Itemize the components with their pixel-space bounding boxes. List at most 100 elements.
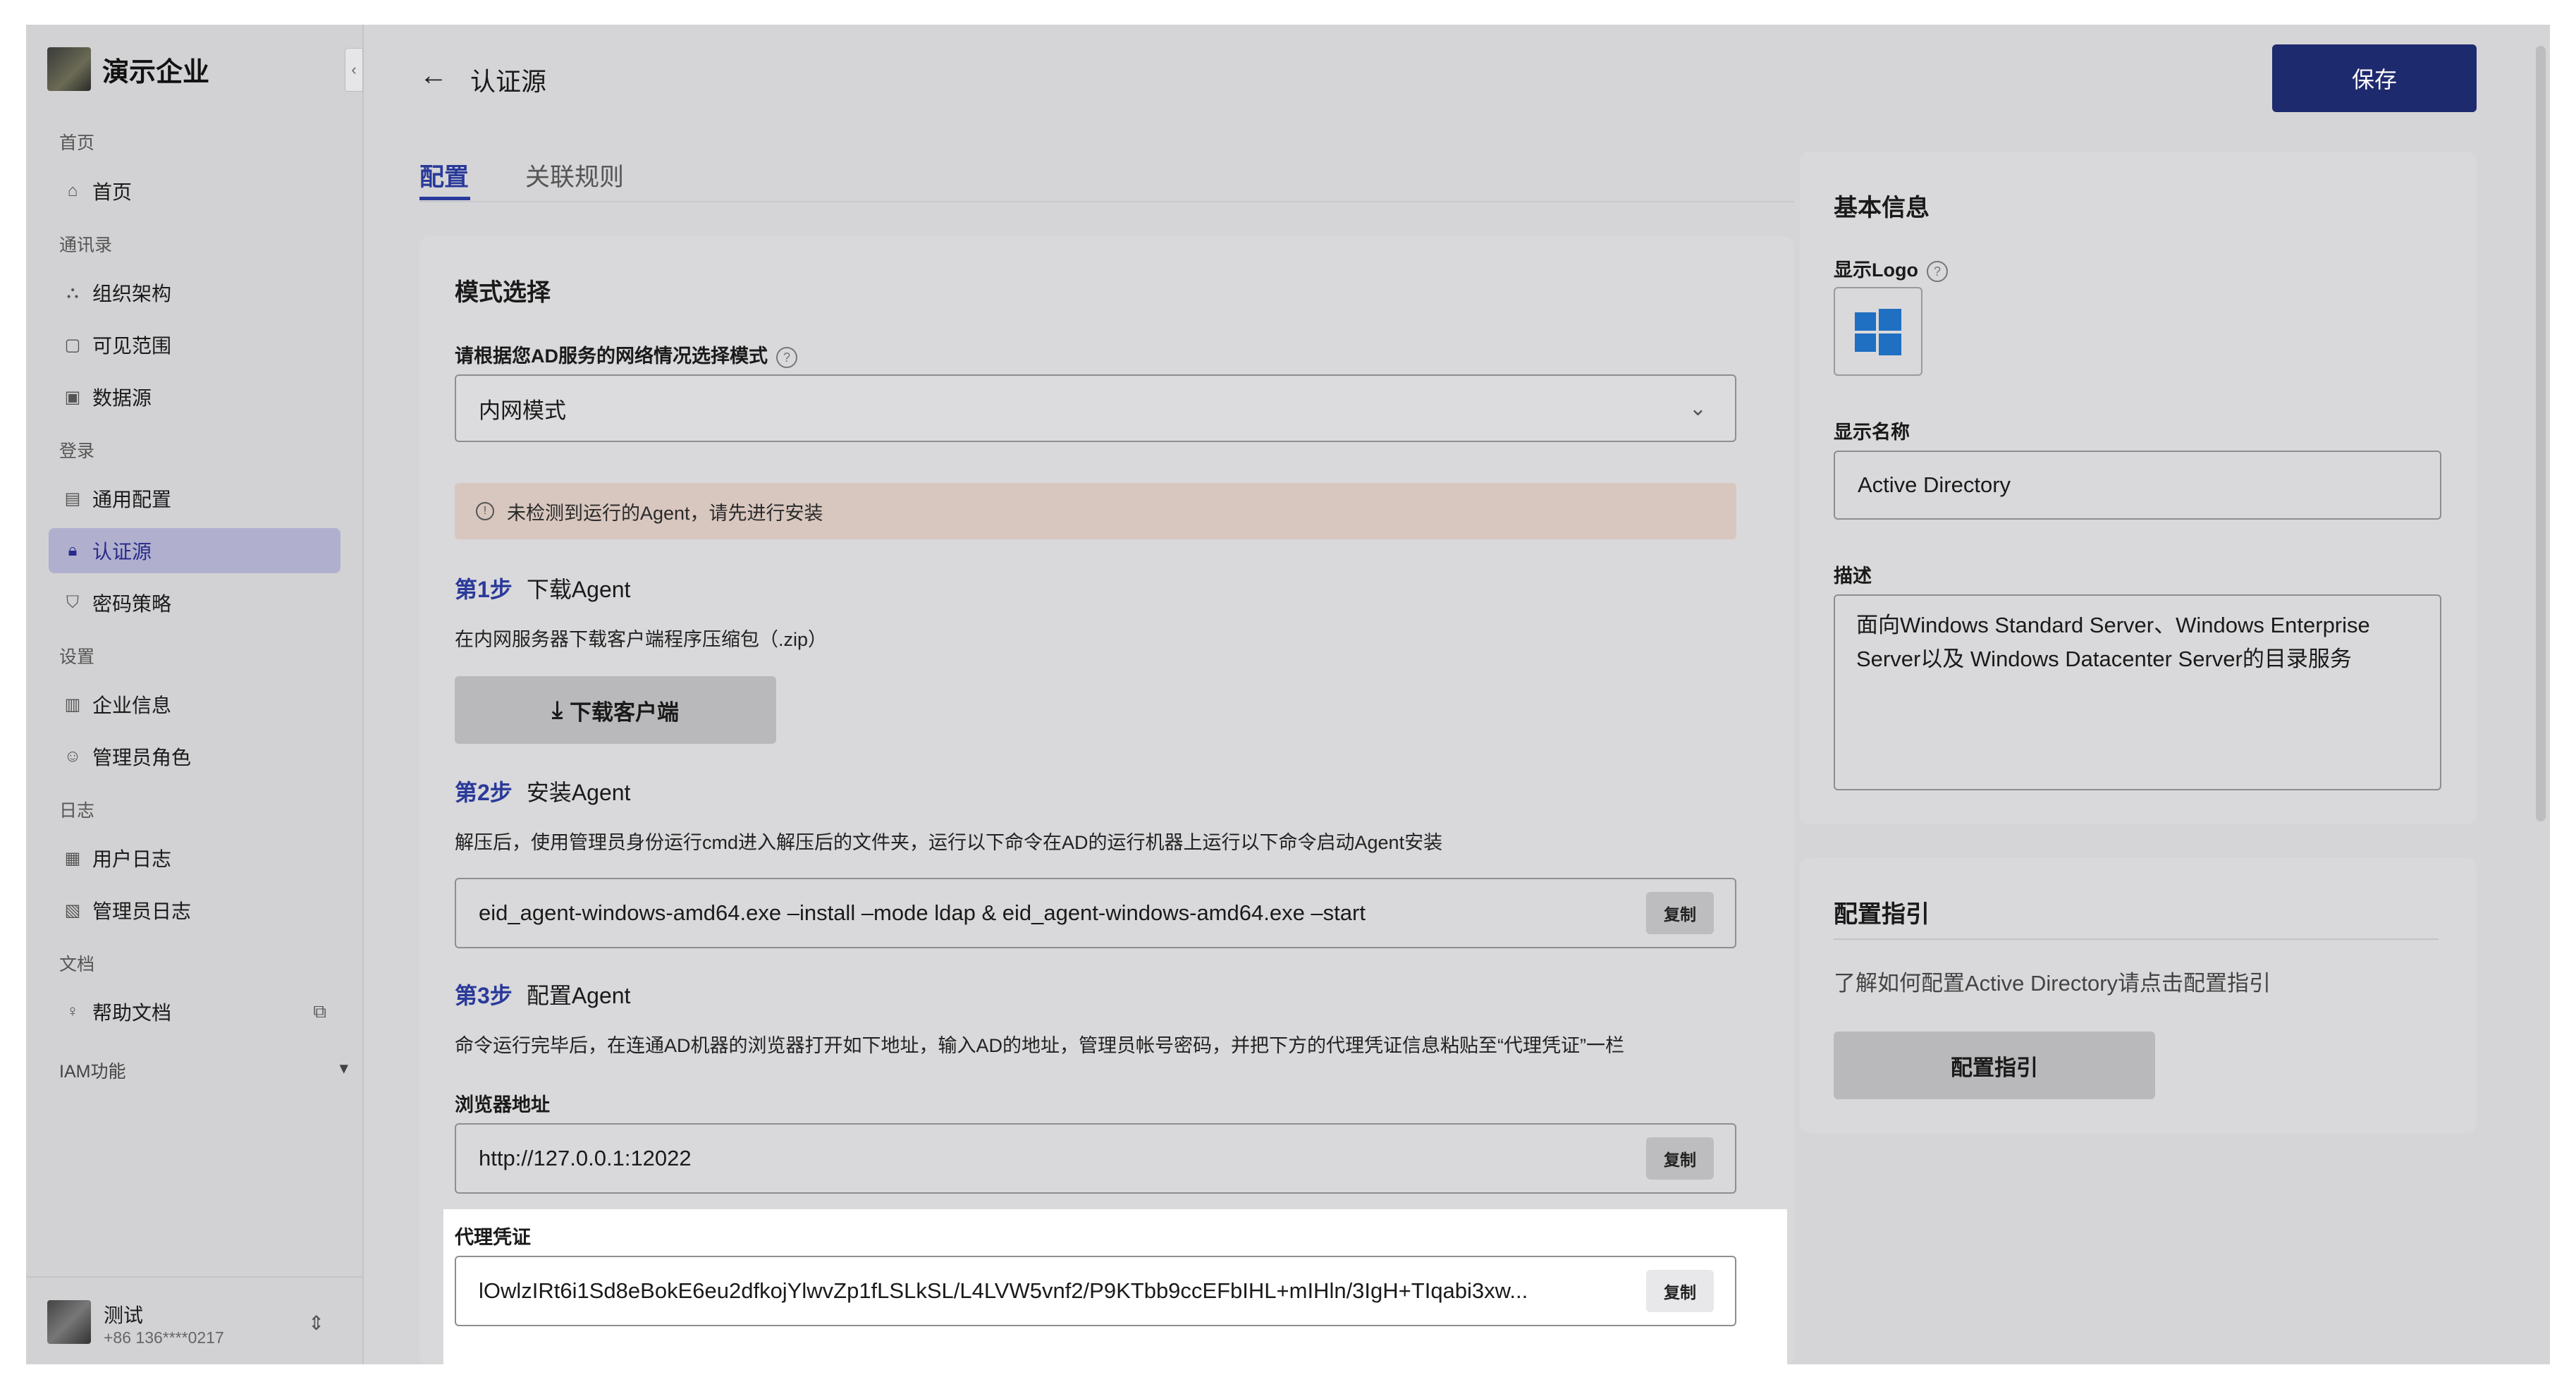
guide-title: 配置指引: [1834, 901, 1930, 928]
mode-label: 请根据您AD服务的网络情况选择模式?: [455, 341, 797, 368]
chevron-up-down-icon: ⇕: [308, 1312, 325, 1334]
user-phone: +86 136****0217: [104, 1328, 224, 1347]
shield-icon: ⛉: [66, 593, 79, 612]
sidebar: 演示企业 ‹ 首页 ⌂ 首页 通讯录 ⛬ 组织架构 ▢ 可见范围 ▣ 数据源 登…: [26, 25, 364, 1364]
sidebar-item-general-config[interactable]: ▤ 通用配置: [49, 476, 341, 521]
page-title: 认证源: [470, 67, 547, 96]
step-1-name: 下载Agent: [526, 577, 631, 602]
tab-config[interactable]: 配置: [419, 157, 469, 193]
external-link-icon: ⧉: [313, 1001, 326, 1022]
step-1-number: 第1步: [455, 577, 513, 602]
sidebar-item-user-log[interactable]: ▦ 用户日志: [49, 836, 341, 881]
mode-select[interactable]: 内网模式 ⌄: [455, 374, 1736, 442]
tab-bar: 配置 关联规则: [419, 157, 1794, 202]
agent-alert: ! 未检测到运行的Agent，请先进行安装: [455, 483, 1736, 539]
sidebar-item-home[interactable]: ⌂ 首页: [49, 169, 341, 214]
config-icon: ▤: [64, 489, 81, 508]
step-2-number: 第2步: [455, 780, 513, 805]
download-client-button[interactable]: ⤓ 下载客户端: [455, 676, 776, 744]
user-name: 测试: [104, 1304, 144, 1326]
nav-group-login: 登录: [59, 441, 95, 461]
sidebar-item-label: 首页: [92, 181, 133, 203]
description-value: 面向Windows Standard Server、Windows Enterp…: [1856, 613, 2370, 671]
proxy-credential-box: lOwlzIRt6i1Sd8eBokE6eu2dfkojYlwvZp1fLSLk…: [455, 1256, 1736, 1326]
chevron-down-icon: ⌄: [1688, 396, 1707, 420]
sidebar-item-password-policy[interactable]: ⛉ 密码策略: [49, 580, 341, 625]
display-name-value: Active Directory: [1858, 472, 2011, 497]
lock-icon: 🔒︎: [68, 541, 78, 560]
display-name-input[interactable]: Active Directory: [1834, 451, 2441, 520]
logo-label: 显示Logo?: [1834, 255, 1948, 282]
brand[interactable]: 演示企业: [47, 46, 209, 92]
nav-group-contacts: 通讯录: [59, 235, 113, 255]
step-2-desc: 解压后，使用管理员身份运行cmd进入解压后的文件夹，运行以下命令在AD的运行机器…: [455, 832, 1443, 853]
scrollbar[interactable]: [2536, 46, 2546, 821]
sidebar-item-label: 密码策略: [92, 593, 172, 615]
windows-logo-icon: [1855, 309, 1901, 355]
sidebar-item-help-docs[interactable]: ♀ 帮助文档 ⧉: [49, 989, 341, 1034]
help-icon[interactable]: ?: [776, 346, 797, 368]
sidebar-collapse-button[interactable]: ‹: [345, 48, 363, 92]
nav-group-home: 首页: [59, 133, 95, 153]
sidebar-item-label: 组织架构: [92, 283, 172, 305]
tab-association-rules[interactable]: 关联规则: [525, 157, 624, 193]
active-tab-indicator: [419, 197, 470, 200]
sidebar-item-auth-source[interactable]: 🔒︎ 认证源: [49, 528, 341, 573]
logo-label-text: 显示Logo: [1834, 259, 1918, 281]
mode-select-value: 内网模式: [479, 398, 566, 423]
sidebar-item-admin-role[interactable]: ☺ 管理员角色: [49, 734, 341, 779]
step-3-desc: 命令运行完毕后，在连通AD机器的浏览器打开如下地址，输入AD的地址，管理员帐号密…: [455, 1035, 1624, 1056]
user-menu[interactable]: 测试 +86 136****0217 ⇕: [26, 1276, 362, 1364]
display-name-label: 显示名称: [1834, 422, 1910, 443]
back-arrow-icon[interactable]: ←: [419, 60, 448, 92]
sidebar-item-admin-log[interactable]: ▧ 管理员日志: [49, 888, 341, 933]
sidebar-item-label: 管理员日志: [92, 900, 192, 922]
help-icon[interactable]: ?: [1926, 260, 1948, 282]
user-log-icon: ▦: [64, 848, 81, 868]
basic-info-title: 基本信息: [1834, 195, 1930, 221]
sidebar-item-visibility[interactable]: ▢ 可见范围: [49, 322, 341, 367]
brand-logo: [47, 47, 91, 91]
browser-address-box: http://127.0.0.1:12022 复制: [455, 1123, 1736, 1194]
sidebar-item-label: 认证源: [92, 541, 152, 563]
sidebar-item-label: 用户日志: [92, 848, 172, 870]
install-command[interactable]: eid_agent-windows-amd64.exe –install –mo…: [479, 900, 1635, 926]
guide-divider: [1834, 938, 2439, 940]
sidebar-item-label: 企业信息: [92, 694, 172, 716]
step-2-name: 安装Agent: [526, 780, 631, 805]
caret-down-icon: ▾: [339, 1058, 348, 1078]
sidebar-item-org-structure[interactable]: ⛬ 组织架构: [49, 270, 341, 315]
copy-address-button[interactable]: 复制: [1646, 1137, 1714, 1180]
admin-role-icon: ☺: [63, 747, 82, 766]
step-1-title: 第1步 下载Agent: [455, 572, 630, 604]
iam-features-toggle[interactable]: IAM功能 ▾: [59, 1058, 348, 1083]
sidebar-item-data-source[interactable]: ▣ 数据源: [49, 374, 341, 420]
description-label: 描述: [1834, 565, 1872, 587]
step-3-name: 配置Agent: [526, 983, 631, 1008]
app-window: 演示企业 ‹ 首页 ⌂ 首页 通讯录 ⛬ 组织架构 ▢ 可见范围 ▣ 数据源 登…: [26, 25, 2550, 1364]
nav-group-settings: 设置: [59, 647, 95, 667]
copy-credential-button[interactable]: 复制: [1646, 1270, 1714, 1312]
sidebar-item-label: 可见范围: [92, 335, 172, 357]
proxy-credential[interactable]: lOwlzIRt6i1Sd8eBokE6eu2dfkojYlwvZp1fLSLk…: [479, 1278, 1635, 1304]
info-icon: !: [476, 502, 494, 520]
sidebar-item-label: 管理员角色: [92, 747, 192, 769]
guide-text: 了解如何配置Active Directory请点击配置指引: [1834, 971, 2271, 996]
sidebar-item-company-info[interactable]: ▥ 企业信息: [49, 682, 341, 727]
step-3-number: 第3步: [455, 983, 513, 1008]
step-3-title: 第3步 配置Agent: [455, 978, 630, 1010]
save-button[interactable]: 保存: [2272, 44, 2477, 112]
building-icon: ▥: [64, 694, 81, 714]
proxy-credential-label: 代理凭证: [455, 1227, 531, 1248]
config-guide-button[interactable]: 配置指引: [1834, 1032, 2155, 1099]
download-icon: ⤓: [551, 696, 563, 723]
admin-log-icon: ▧: [64, 900, 81, 920]
alert-text: 未检测到运行的Agent，请先进行安装: [507, 502, 823, 524]
logo-upload[interactable]: [1834, 287, 1922, 376]
home-icon: ⌂: [67, 181, 78, 200]
browser-address[interactable]: http://127.0.0.1:12022: [479, 1146, 1635, 1171]
copy-command-button[interactable]: 复制: [1646, 892, 1714, 934]
org-structure-icon: ⛬: [66, 283, 79, 302]
description-textarea[interactable]: 面向Windows Standard Server、Windows Enterp…: [1834, 594, 2441, 790]
brand-name: 演示企业: [102, 57, 210, 87]
